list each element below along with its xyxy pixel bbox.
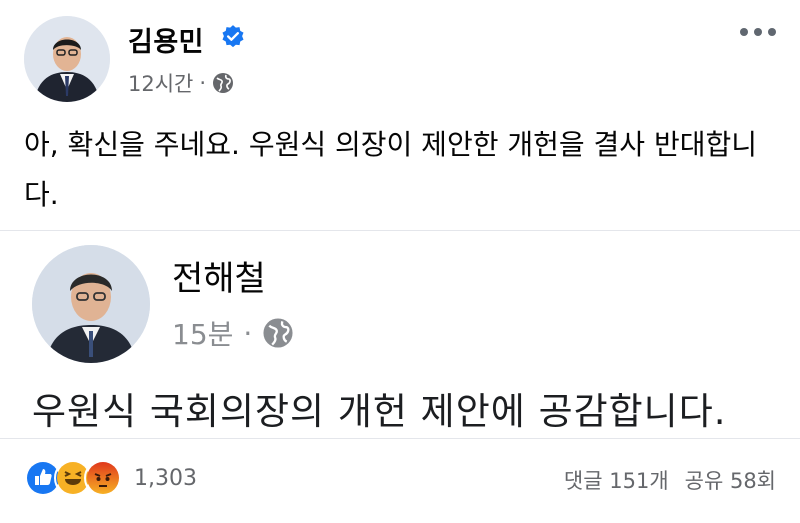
more-dot bbox=[754, 28, 762, 36]
post-header: 김용민 12시간 · bbox=[24, 16, 776, 106]
more-dot bbox=[768, 28, 776, 36]
comments-count[interactable]: 댓글 151개 bbox=[564, 465, 669, 495]
author-avatar[interactable] bbox=[24, 16, 110, 102]
author-photo bbox=[24, 16, 110, 102]
post-stats: 댓글 151개 공유 58회 bbox=[564, 465, 776, 495]
shared-author-name[interactable]: 전해철 bbox=[172, 251, 266, 300]
shared-author-avatar[interactable] bbox=[32, 245, 150, 363]
post-meta: 12시간 · bbox=[128, 68, 234, 98]
globe-icon[interactable] bbox=[212, 72, 234, 94]
shared-post-meta: 15분 · bbox=[172, 313, 294, 353]
shared-meta-separator: · bbox=[243, 316, 253, 350]
shared-globe-icon bbox=[263, 318, 293, 348]
verified-badge-icon bbox=[222, 25, 244, 48]
shared-author-photo bbox=[32, 245, 150, 363]
meta-separator: · bbox=[199, 71, 207, 95]
shared-post[interactable]: 전해철 15분 · 우원식 국회의장의 개헌 제안에 공감합니다. bbox=[0, 230, 800, 439]
angry-icon bbox=[84, 459, 122, 497]
shares-count[interactable]: 공유 58회 bbox=[685, 465, 776, 495]
post-footer: 1,303 댓글 151개 공유 58회 bbox=[0, 438, 800, 523]
post-text: 아, 확신을 주네요. 우원식 의장이 제안한 개헌을 결사 반대합니다. bbox=[24, 128, 758, 211]
author-name[interactable]: 김용민 bbox=[128, 20, 204, 59]
reaction-count[interactable]: 1,303 bbox=[134, 466, 197, 491]
shared-post-time[interactable]: 15분 bbox=[172, 313, 233, 353]
reactions-summary[interactable]: 1,303 bbox=[24, 459, 197, 497]
more-dot bbox=[740, 28, 748, 36]
shared-post-text: 우원식 국회의장의 개헌 제안에 공감합니다. bbox=[32, 390, 727, 433]
post-time[interactable]: 12시간 bbox=[128, 68, 193, 98]
more-options-icon[interactable] bbox=[740, 28, 776, 36]
